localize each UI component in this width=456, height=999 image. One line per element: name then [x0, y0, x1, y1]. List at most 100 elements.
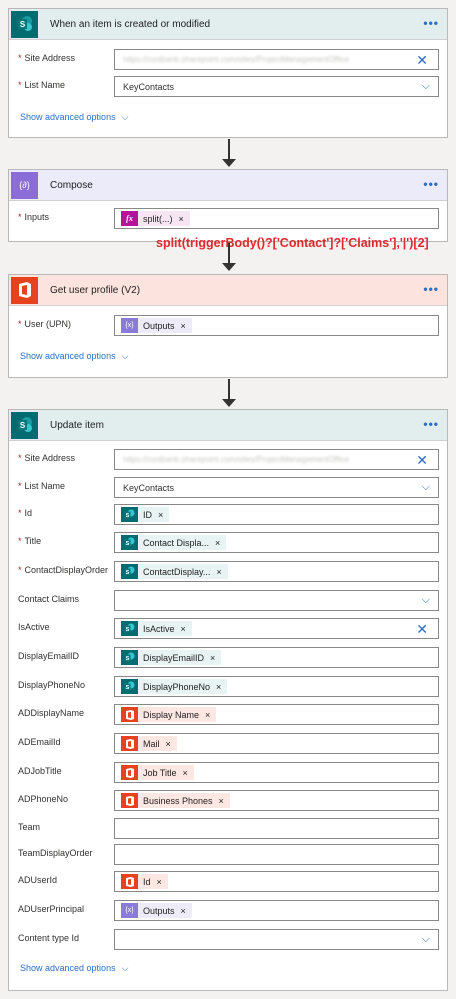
adjobtitle-field[interactable]: Job Title × — [114, 762, 439, 783]
update-item-card: S Update item ••• Show advanced options ⌵… — [8, 409, 448, 991]
sharepoint-token-icon: S — [121, 650, 138, 665]
token-remove-icon[interactable]: × — [219, 796, 224, 806]
aduserid-label: ADUserId — [18, 875, 58, 885]
aduserprincipal-field[interactable]: {x} Outputs × — [114, 900, 439, 921]
isactive-token[interactable]: S IsActive × — [121, 621, 192, 636]
profile-header[interactable]: Get user profile (V2) ••• — [9, 275, 447, 306]
adphoneno-label: ADPhoneNo — [18, 794, 69, 804]
inputs-field[interactable]: fx split(...) × — [114, 208, 439, 229]
adphoneno-field[interactable]: Business Phones × — [114, 790, 439, 811]
displayemailid-token[interactable]: S DisplayEmailID × — [121, 650, 222, 665]
office365-token-icon — [121, 736, 138, 751]
isactive-row: IsActive S IsActive × ✕ — [9, 618, 447, 640]
displayphoneno-field[interactable]: S DisplayPhoneNo × — [114, 676, 439, 697]
compose-header[interactable]: {∂} Compose ••• — [9, 170, 447, 201]
update-header[interactable]: S Update item ••• — [9, 410, 447, 441]
list-name-dropdown[interactable]: KeyContacts ⌵ — [114, 76, 439, 97]
token-remove-icon[interactable]: × — [210, 653, 215, 663]
contactdisplayorder-label: ContactDisplayOrder — [24, 565, 109, 575]
flow-arrow — [222, 139, 236, 169]
site-address-field[interactable]: https://coolbank.sharepoint.com/sites/Pr… — [114, 49, 439, 70]
token-remove-icon[interactable]: × — [215, 538, 220, 548]
show-advanced-options[interactable]: Show advanced options ⌵ — [20, 351, 128, 362]
show-advanced-options[interactable]: Show advanced options ⌵ — [20, 963, 128, 974]
displayphoneno-token[interactable]: S DisplayPhoneNo × — [121, 679, 228, 694]
token-remove-icon[interactable]: × — [205, 710, 210, 720]
aduserprincipal-token[interactable]: {x} Outputs × — [121, 903, 192, 918]
id-token[interactable]: S ID × — [121, 507, 170, 522]
show-advanced-label[interactable]: Show advanced options — [20, 351, 116, 361]
svg-text:S: S — [19, 421, 25, 430]
teamdisplayorder-field[interactable] — [114, 844, 439, 865]
adphoneno-row: ADPhoneNo Business Phones × — [9, 790, 447, 812]
svg-text:S: S — [126, 656, 130, 662]
token-remove-icon[interactable]: × — [181, 624, 186, 634]
token-label: Contact Displa... — [143, 537, 210, 548]
office365-token-icon — [121, 765, 138, 780]
more-options-icon[interactable]: ••• — [423, 283, 439, 295]
site-address-label: Site Address — [24, 453, 76, 463]
list-name-field[interactable]: KeyContacts ⌵ — [114, 477, 439, 498]
contactdisplayorder-token[interactable]: S ContactDisplay... × — [121, 564, 228, 579]
sharepoint-token-icon: S — [121, 507, 138, 522]
teamdisplayorder-label: TeamDisplayOrder — [18, 848, 93, 858]
title-field[interactable]: S Contact Displa... × — [114, 532, 439, 553]
contactdisplayorder-field[interactable]: S ContactDisplay... × — [114, 561, 439, 582]
displayemailid-label: DisplayEmailID — [18, 651, 80, 661]
token-remove-icon[interactable]: × — [157, 877, 162, 887]
svg-text:S: S — [126, 627, 130, 633]
token-remove-icon[interactable]: × — [183, 768, 188, 778]
expression-token[interactable]: fx split(...) × — [121, 211, 190, 226]
token-remove-icon[interactable]: × — [181, 321, 186, 331]
chevron-down-icon[interactable]: ⌵ — [422, 594, 430, 607]
chevron-down-icon[interactable]: ⌵ — [422, 481, 430, 494]
site-address-field[interactable]: https://coolbank.sharepoint.com/sites/Pr… — [114, 449, 439, 470]
upn-row: * User (UPN) {x} Outputs × — [9, 315, 447, 337]
token-remove-icon[interactable]: × — [216, 567, 221, 577]
more-options-icon[interactable]: ••• — [423, 17, 439, 29]
adjobtitle-token[interactable]: Job Title × — [121, 765, 194, 780]
content-type-id-field[interactable]: ⌵ — [114, 929, 439, 950]
id-field[interactable]: S ID × — [114, 504, 439, 525]
upn-field[interactable]: {x} Outputs × — [114, 315, 439, 336]
outputs-token[interactable]: {x} Outputs × — [121, 318, 192, 333]
id-row: * Id S ID × — [9, 504, 447, 526]
more-options-icon[interactable]: ••• — [423, 418, 439, 430]
team-field[interactable] — [114, 818, 439, 839]
token-remove-icon[interactable]: × — [166, 739, 171, 749]
addisplayname-token[interactable]: Display Name × — [121, 707, 217, 722]
show-advanced-label[interactable]: Show advanced options — [20, 963, 116, 973]
aduserid-field[interactable]: Id × — [114, 871, 439, 892]
content-type-id-row: Content type Id ⌵ — [9, 929, 447, 951]
required-marker: * — [18, 536, 22, 546]
inputs-label: Inputs — [24, 212, 50, 222]
aduserid-token[interactable]: Id × — [121, 874, 168, 889]
ademailid-field[interactable]: Mail × — [114, 733, 439, 754]
show-advanced-options[interactable]: Show advanced options ⌵ — [20, 112, 128, 123]
contact-claims-row: Contact Claims ⌵ — [9, 590, 447, 612]
token-remove-icon[interactable]: × — [181, 906, 186, 916]
site-address-label: Site Address — [24, 53, 76, 63]
token-remove-icon[interactable]: × — [216, 682, 221, 692]
chevron-down-icon[interactable]: ⌵ — [422, 80, 430, 93]
clear-icon[interactable]: ✕ — [416, 452, 428, 469]
token-remove-icon[interactable]: × — [179, 214, 184, 224]
addisplayname-field[interactable]: Display Name × — [114, 704, 439, 725]
clear-icon[interactable]: ✕ — [416, 52, 428, 69]
chevron-down-icon[interactable]: ⌵ — [422, 933, 430, 946]
token-remove-icon[interactable]: × — [158, 510, 163, 520]
displayphoneno-label: DisplayPhoneNo — [18, 680, 86, 690]
clear-icon[interactable]: ✕ — [416, 621, 428, 638]
adphoneno-token[interactable]: Business Phones × — [121, 793, 230, 808]
displayphoneno-row: DisplayPhoneNo S DisplayPhoneNo × — [9, 676, 447, 698]
trigger-header[interactable]: S When an item is created or modified ••… — [9, 9, 447, 40]
ademailid-token[interactable]: Mail × — [121, 736, 177, 751]
show-advanced-label[interactable]: Show advanced options — [20, 112, 116, 122]
contact-claims-field[interactable]: ⌵ — [114, 590, 439, 611]
displayemailid-field[interactable]: S DisplayEmailID × — [114, 647, 439, 668]
token-label: Outputs — [143, 905, 175, 916]
title-token[interactable]: S Contact Displa... × — [121, 535, 227, 550]
more-options-icon[interactable]: ••• — [423, 178, 439, 190]
isactive-field[interactable]: S IsActive × ✕ — [114, 618, 439, 639]
office365-token-icon — [121, 874, 138, 889]
